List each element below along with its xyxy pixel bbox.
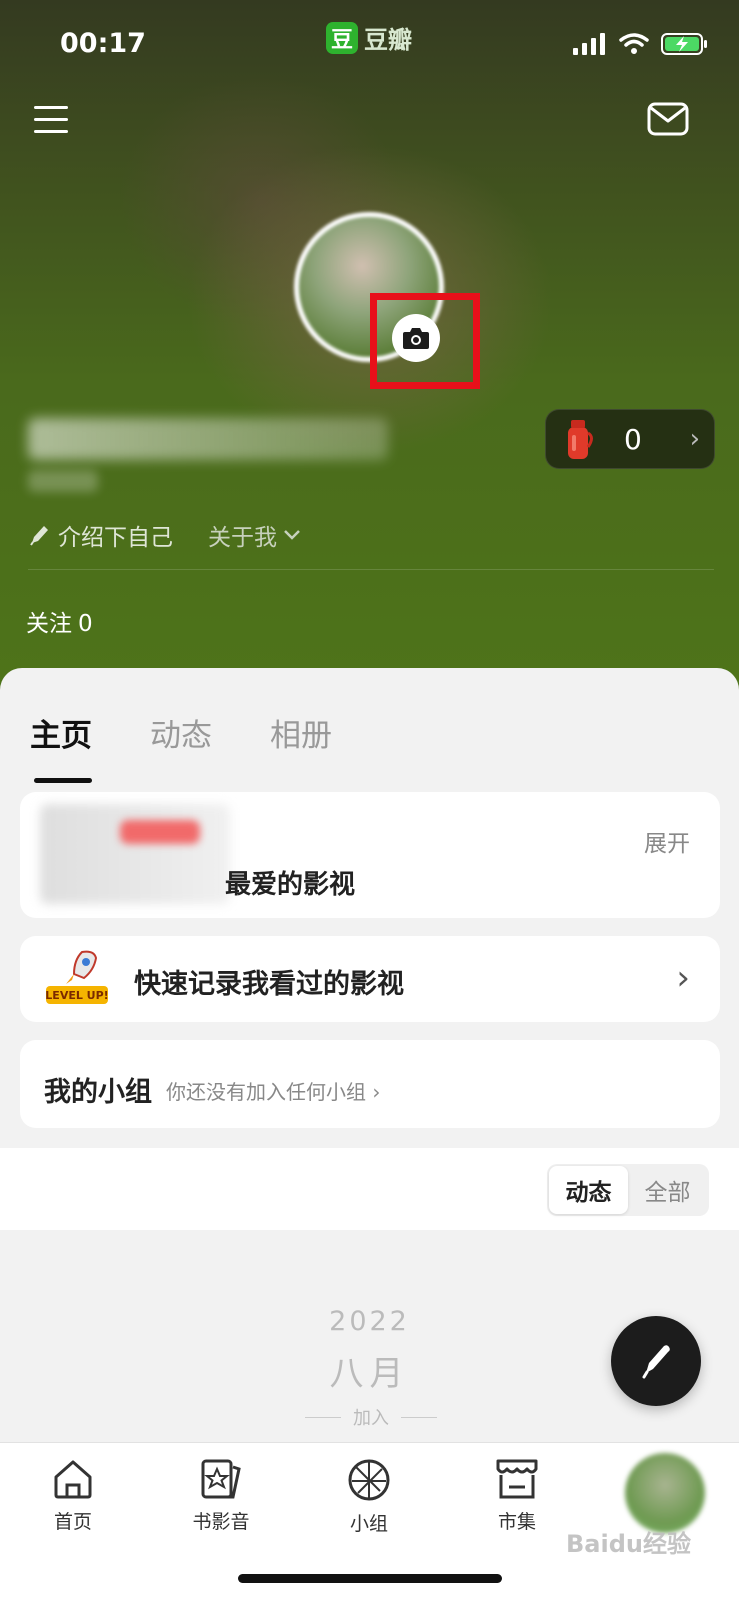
profile-header: 00:17 豆 豆瓣 0 › 介绍下自己 关于我 关注 0 <box>0 0 739 700</box>
pencil-icon <box>30 526 48 546</box>
compose-button[interactable] <box>611 1316 701 1406</box>
hamburger-icon[interactable] <box>34 106 68 134</box>
quick-record-label: 快速记录我看过的影视 <box>134 969 404 1000</box>
tab-home[interactable]: 主页 <box>30 710 92 783</box>
nav-books-label: 书影音 <box>192 1511 250 1533</box>
thermos-icon <box>568 420 593 459</box>
chevron-right-icon: › <box>689 424 700 454</box>
follow-label: 关注 <box>26 611 72 637</box>
my-groups-card[interactable]: 我的小组 你还没有加入任何小组 › <box>20 1040 720 1128</box>
baidu-watermark: Baidu经验 <box>566 1530 691 1558</box>
rocket-level-up-icon: LEVEL UP! <box>45 950 109 1004</box>
divider <box>28 569 714 570</box>
app-badge-name: 豆瓣 <box>364 26 412 54</box>
timeline-event: 加入 <box>296 1404 446 1430</box>
star-cards-icon <box>201 1459 241 1499</box>
highlight-annotation <box>370 293 480 389</box>
profile-name-blurred <box>28 418 388 460</box>
about-me-toggle[interactable]: 关于我 <box>208 518 301 552</box>
tab-album[interactable]: 相册 <box>270 710 332 755</box>
groups-subtitle: 你还没有加入任何小组 › <box>166 1080 381 1104</box>
expand-button[interactable]: 展开 <box>644 824 690 858</box>
intro-button[interactable]: 介绍下自己 <box>28 518 173 552</box>
app-badge: 豆 豆瓣 <box>326 20 412 55</box>
signal-icon <box>573 33 605 55</box>
follow-count-link[interactable]: 关注 0 <box>26 604 93 638</box>
filter-all[interactable]: 全部 <box>628 1166 707 1214</box>
quick-record-card[interactable]: LEVEL UP! 快速记录我看过的影视 › <box>20 936 720 1022</box>
nav-profile-avatar[interactable] <box>625 1453 705 1533</box>
favorites-card[interactable]: 最爱的影视 展开 <box>20 792 720 918</box>
pencil-icon <box>642 1345 670 1379</box>
nav-home[interactable]: 首页 <box>18 1457 128 1534</box>
points-button[interactable]: 0 › <box>545 409 715 469</box>
nav-home-label: 首页 <box>53 1511 92 1533</box>
home-indicator <box>238 1574 502 1583</box>
groups-title: 我的小组 <box>44 1077 152 1108</box>
chevron-right-icon: › <box>676 958 690 998</box>
timeline-filter-segment: 动态 全部 <box>547 1164 709 1216</box>
home-icon <box>54 1460 92 1499</box>
points-count: 0 <box>624 422 642 456</box>
profile-tabs: 主页 动态 相册 <box>30 710 332 783</box>
chevron-down-icon <box>284 530 300 540</box>
follow-number: 0 <box>78 611 93 637</box>
nav-market[interactable]: 市集 <box>462 1457 572 1534</box>
filter-activity[interactable]: 动态 <box>549 1166 628 1214</box>
nav-market-label: 市集 <box>497 1511 536 1533</box>
blurred-tag <box>120 820 200 844</box>
timeline-filter-bar: 动态 全部 <box>0 1148 739 1230</box>
wifi-icon <box>619 33 649 54</box>
status-time: 00:17 <box>60 28 146 59</box>
intro-label: 介绍下自己 <box>58 525 173 551</box>
status-indicators <box>573 32 709 56</box>
mail-icon[interactable] <box>647 102 689 136</box>
group-globe-icon <box>348 1459 390 1501</box>
nav-groups-label: 小组 <box>349 1513 388 1535</box>
profile-subtitle-blurred <box>28 470 98 492</box>
tab-activity[interactable]: 动态 <box>150 710 212 755</box>
about-me-label: 关于我 <box>208 525 277 551</box>
favorites-text: 最爱的影视 <box>225 870 356 900</box>
nav-books-movies-music[interactable]: 书影音 <box>166 1457 276 1534</box>
nav-groups[interactable]: 小组 <box>314 1457 424 1536</box>
store-icon <box>496 1459 538 1499</box>
douban-logo-icon: 豆 <box>326 21 358 54</box>
level-up-text: LEVEL UP! <box>45 989 108 1002</box>
blurred-content <box>40 804 230 904</box>
battery-charging-icon <box>661 33 707 55</box>
